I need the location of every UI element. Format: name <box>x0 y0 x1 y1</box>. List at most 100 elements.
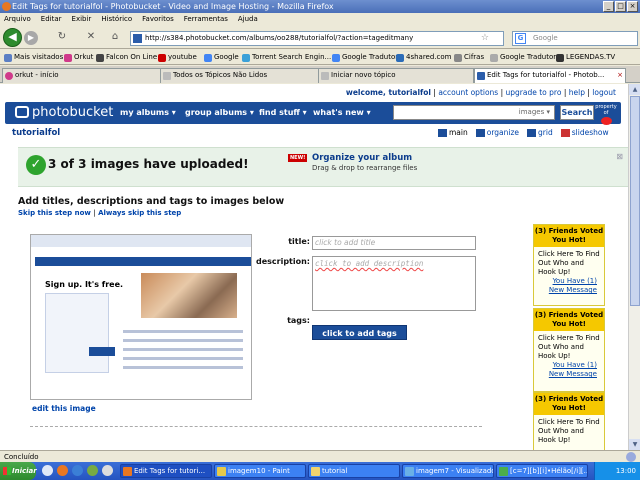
ad-banner-3[interactable]: (3) Friends Voted You Hot! Click Here To… <box>533 392 605 450</box>
bookmark-torrent[interactable]: Torrent Search Engin... <box>242 50 331 64</box>
tab-topicos[interactable]: Todos os Tópicos Não Lidos <box>160 68 320 83</box>
fox-brand-logo: property of <box>594 104 618 125</box>
taskbar-item-chat[interactable]: [c=7][b][i]•Hélão[/i][... <box>496 464 588 478</box>
nav-my-albums[interactable]: my albums ▾ <box>120 102 176 124</box>
back-button[interactable]: ◀ <box>3 28 22 47</box>
nav-find-stuff[interactable]: find stuff ▾ <box>259 102 307 124</box>
bookmark-cifras[interactable]: Cifras <box>454 50 484 64</box>
bookmark-mais-visitados[interactable]: Mais visitados <box>4 50 63 64</box>
ad-banner-1[interactable]: (3) Friends Voted You Hot! Click Here To… <box>533 224 605 306</box>
start-button[interactable]: Iniciar <box>0 462 37 480</box>
ad-banner-2[interactable]: (3) Friends Voted You Hot! Click Here To… <box>533 308 605 392</box>
download-status-icon[interactable] <box>626 452 636 462</box>
ad-link-new-message[interactable]: New Message <box>538 370 601 379</box>
minimize-button[interactable]: _ <box>603 1 614 12</box>
reload-icon[interactable]: ↻ <box>55 30 69 44</box>
menu-historico[interactable]: Histórico <box>101 13 132 25</box>
title-input[interactable]: click to add title <box>312 236 476 250</box>
thumb-button <box>89 347 115 356</box>
checkmark-icon: ✓ <box>26 155 46 175</box>
menu-editar[interactable]: Editar <box>41 13 62 25</box>
menu-ferramentas[interactable]: Ferramentas <box>184 13 228 25</box>
organize-album-link[interactable]: Organize your album <box>312 153 412 163</box>
view-slideshow[interactable]: slideshow <box>560 128 609 137</box>
home-icon[interactable]: ⌂ <box>108 30 122 44</box>
close-tab-icon[interactable]: × <box>617 69 623 82</box>
system-tray: 13:00 <box>594 462 640 480</box>
menu-arquivo[interactable]: Arquivo <box>4 13 31 25</box>
taskbar-item-viewer[interactable]: imagem7 - Visualizado... <box>402 464 494 478</box>
taskbar-item-paint[interactable]: imagem10 - Paint <box>214 464 306 478</box>
bookmark-google[interactable]: Google <box>204 50 239 64</box>
vertical-scrollbar[interactable]: ▲ ▼ <box>628 84 640 450</box>
nav-whats-new[interactable]: what's new ▾ <box>313 102 371 124</box>
image-thumbnail[interactable]: Sign up. It's free. <box>30 234 252 400</box>
nav-group-albums[interactable]: group albums ▾ <box>185 102 254 124</box>
bookmark-youtube[interactable]: youtube <box>158 50 197 64</box>
ad-headline: (3) Friends Voted You Hot! <box>534 225 604 247</box>
description-input[interactable]: click to add description <box>312 256 476 311</box>
url-bar[interactable]: http://s384.photobucket.com/albums/oo288… <box>130 31 504 46</box>
bookmark-star-icon[interactable]: ☆ <box>481 32 489 45</box>
taskbar-item-folder[interactable]: tutorial <box>308 464 400 478</box>
scroll-thumb[interactable] <box>630 96 640 306</box>
account-options-link[interactable]: account options <box>438 88 498 97</box>
site-favicon <box>133 34 142 43</box>
menu-favoritos[interactable]: Favoritos <box>142 13 174 25</box>
upgrade-link[interactable]: upgrade to pro <box>506 88 562 97</box>
scroll-up-arrow[interactable]: ▲ <box>629 84 640 95</box>
scroll-down-arrow[interactable]: ▼ <box>629 439 640 450</box>
ie-quicklaunch-icon[interactable] <box>72 465 83 476</box>
stop-icon[interactable]: ✕ <box>84 30 98 44</box>
forward-button[interactable]: ▶ <box>24 31 38 45</box>
menu-exibir[interactable]: Exibir <box>72 13 92 25</box>
view-organize[interactable]: organize <box>475 128 519 137</box>
pb-search-button[interactable]: Search <box>560 105 594 120</box>
window-title: Edit Tags for tutorialfol - Photobucket … <box>12 2 334 11</box>
thumb-photo <box>141 273 237 318</box>
firefox-quicklaunch-icon[interactable] <box>57 465 68 476</box>
tab-novo-topico[interactable]: Iniciar novo tópico <box>318 68 474 83</box>
bookmark-orkut[interactable]: Orkut <box>64 50 93 64</box>
skip-step-link[interactable]: Skip this step now <box>18 209 91 217</box>
bookmark-legendas[interactable]: LEGENDAS.TV <box>556 50 615 64</box>
photobucket-logo[interactable]: photobucket <box>15 105 113 121</box>
close-banner-icon[interactable]: ⊠ <box>616 152 623 161</box>
bookmark-icon <box>4 53 12 62</box>
view-main[interactable]: main <box>438 128 468 137</box>
maximize-button[interactable]: □ <box>615 1 626 12</box>
tab-orkut[interactable]: orkut - início <box>2 68 162 83</box>
add-tags-button[interactable]: click to add tags <box>312 325 407 340</box>
expand-quicklaunch-icon[interactable] <box>102 465 113 476</box>
bookmark-falcon[interactable]: Falcon On Line <box>96 50 157 64</box>
clock[interactable]: 13:00 <box>616 467 636 475</box>
album-username[interactable]: tutorialfol <box>12 128 60 138</box>
menu-ajuda[interactable]: Ajuda <box>238 13 258 25</box>
msn-quicklaunch-icon[interactable] <box>87 465 98 476</box>
view-grid[interactable]: grid <box>527 128 553 137</box>
bookmark-4shared[interactable]: 4shared.com <box>396 50 451 64</box>
bookmark-google-tradutor-2[interactable]: Google Tradutor <box>490 50 556 64</box>
show-desktop-icon[interactable] <box>42 465 53 476</box>
close-button[interactable]: × <box>627 1 638 12</box>
always-skip-link[interactable]: Always skip this step <box>98 209 181 217</box>
bookmark-google-tradutor[interactable]: Google Tradutor <box>332 50 398 64</box>
tab-strip: orkut - início Todos os Tópicos Não Lido… <box>0 66 640 83</box>
ad-body: Click Here To Find Out Who and Hook Up! <box>538 418 600 444</box>
google-icon <box>204 53 212 62</box>
logout-link[interactable]: logout <box>592 88 616 97</box>
ad-link-new-message[interactable]: New Message <box>538 286 601 295</box>
windows-taskbar: Iniciar Edit Tags for tutori... imagem10… <box>0 462 640 480</box>
pb-search-input[interactable]: images ▾ <box>393 105 555 120</box>
ad-link-messages[interactable]: You Have (1) <box>538 361 601 370</box>
ad-body: Click Here To Find Out Who and Hook Up! … <box>538 250 601 295</box>
camera-icon <box>15 106 29 118</box>
google-search-box[interactable]: G Google <box>512 31 638 46</box>
taskbar-item-firefox[interactable]: Edit Tags for tutori... <box>120 464 212 478</box>
page-icon <box>321 72 329 80</box>
view-links: main organize grid slideshow <box>438 128 609 137</box>
ad-link-messages[interactable]: You Have (1) <box>538 277 601 286</box>
help-link[interactable]: help <box>569 88 585 97</box>
tab-photobucket[interactable]: Edit Tags for tutorialfol - Photob... × <box>474 68 626 83</box>
edit-image-link[interactable]: edit this image <box>32 404 96 413</box>
